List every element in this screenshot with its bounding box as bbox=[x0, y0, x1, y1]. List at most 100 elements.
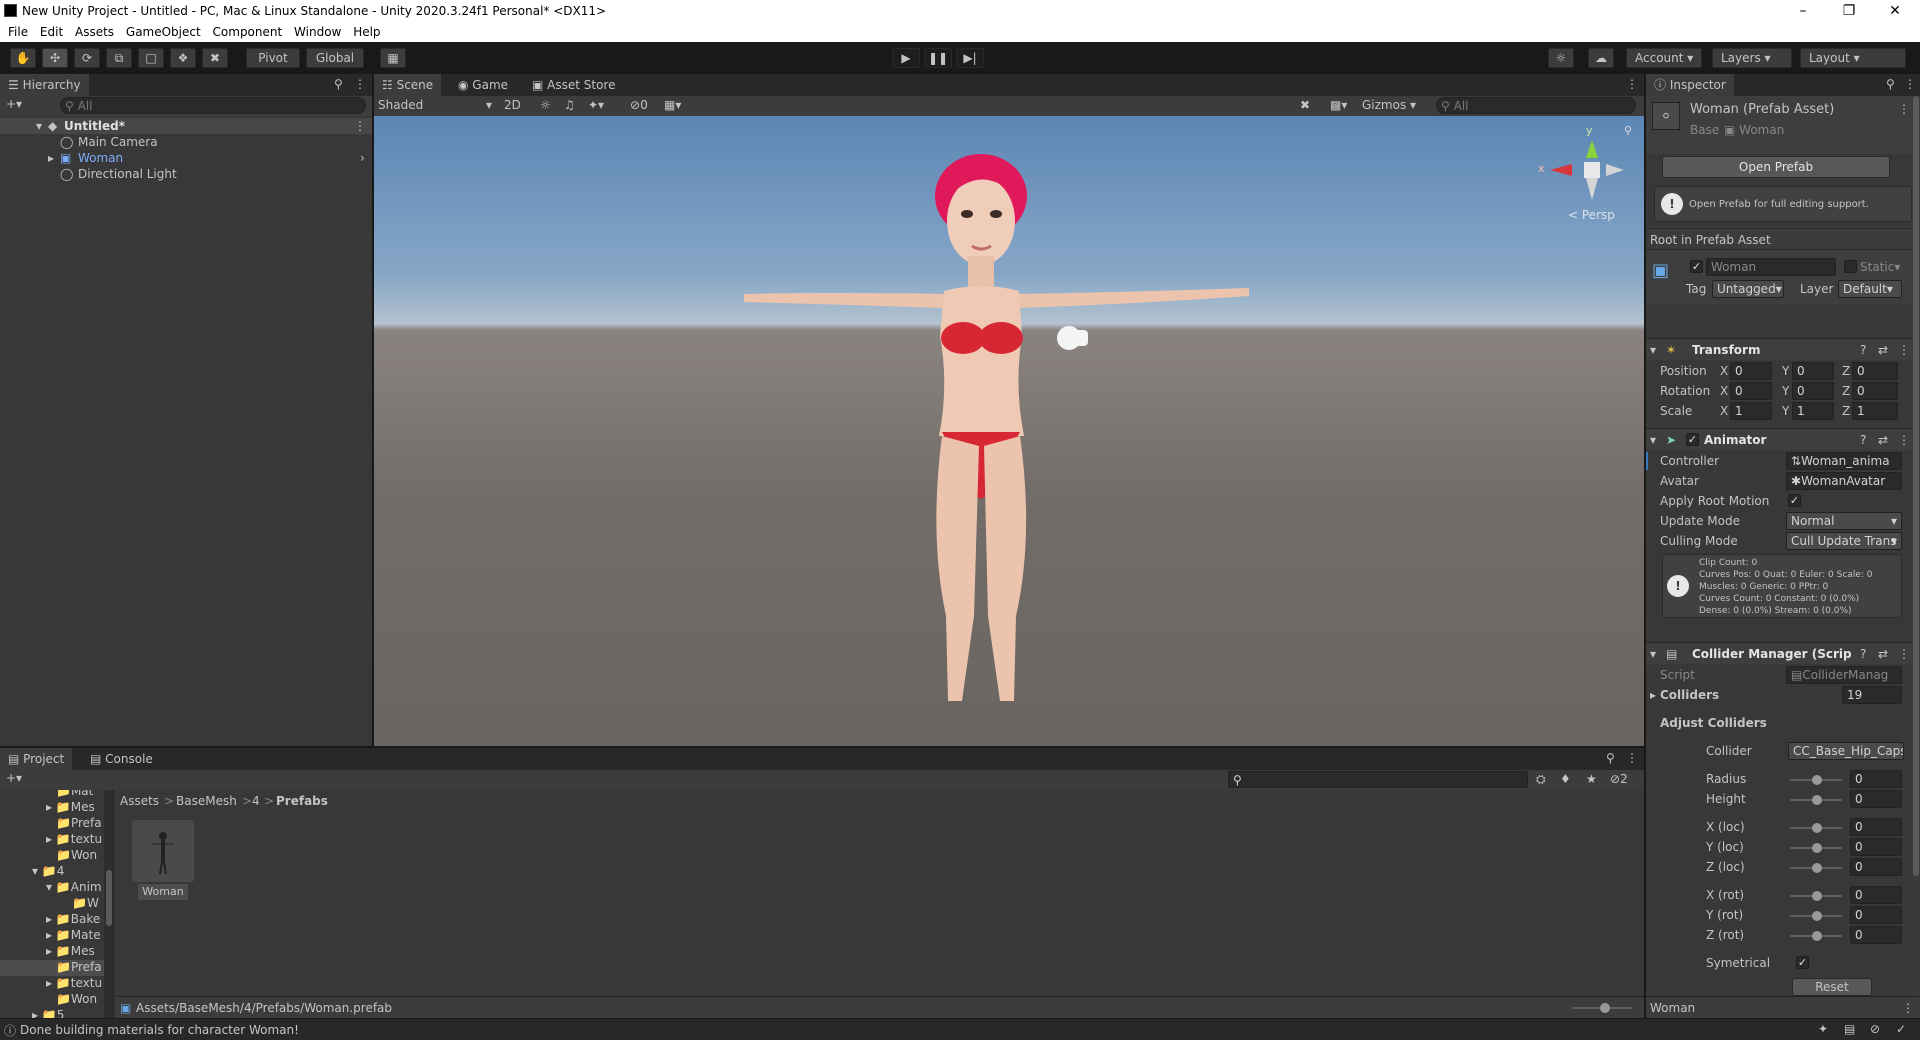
pause-button[interactable]: ❚❚ bbox=[924, 48, 952, 68]
collapse-arrow-icon[interactable]: ▾ bbox=[1650, 647, 1656, 661]
folder-item[interactable]: ▸ 📁textu bbox=[46, 832, 102, 846]
rotation-x-field[interactable]: 0 bbox=[1730, 382, 1772, 400]
collapse-arrow-icon[interactable]: ▾ bbox=[1650, 433, 1656, 447]
bug-icon[interactable]: ✦ bbox=[1818, 1022, 1828, 1036]
scale-x-field[interactable]: 1 bbox=[1730, 402, 1772, 420]
inspector-scrollbar[interactable] bbox=[1912, 96, 1920, 996]
folder-item[interactable]: ▾ 📁4 bbox=[32, 864, 64, 878]
more-icon[interactable]: ⋮ bbox=[1902, 1001, 1914, 1015]
cache-icon[interactable]: ▤ bbox=[1844, 1022, 1855, 1036]
pivot-toggle[interactable]: Pivot bbox=[246, 48, 300, 68]
animator-enabled-checkbox[interactable]: ✓ bbox=[1686, 433, 1699, 446]
folder-item[interactable]: ▸ 📁textu bbox=[46, 976, 102, 990]
update-mode-dropdown[interactable]: Normal ▾ bbox=[1786, 512, 1902, 530]
tab-scene[interactable]: ☷ Scene bbox=[374, 74, 442, 96]
x-loc-field[interactable]: 0 bbox=[1850, 818, 1902, 836]
controller-field[interactable]: ⇅Woman_anima bbox=[1786, 452, 1902, 470]
gizmos-dropdown[interactable]: Gizmos ▾ bbox=[1362, 98, 1416, 112]
filter-label-icon[interactable]: ♦ bbox=[1560, 772, 1571, 786]
hierarchy-item[interactable]: ▸ ▣ Woman › bbox=[0, 150, 372, 166]
symmetrical-checkbox[interactable]: ✓ bbox=[1796, 956, 1809, 969]
character-model[interactable] bbox=[374, 116, 1644, 746]
woman-prefab-thumbnail[interactable] bbox=[132, 820, 194, 882]
maximize-icon[interactable]: ❐ bbox=[1826, 0, 1872, 22]
hierarchy-search-input[interactable]: ⚲ All bbox=[60, 97, 366, 114]
z-loc-field[interactable]: 0 bbox=[1850, 858, 1902, 876]
hierarchy-item[interactable]: ◯ Main Camera bbox=[0, 134, 372, 150]
chevron-right-icon[interactable]: › bbox=[360, 151, 365, 165]
menu-window[interactable]: Window bbox=[286, 22, 341, 39]
folder-item[interactable]: 📁Won bbox=[56, 992, 97, 1006]
slider-knob[interactable] bbox=[1812, 911, 1822, 921]
custom-tool-icon[interactable]: ✖ bbox=[202, 48, 228, 68]
camera-icon[interactable]: ▩▾ bbox=[1330, 98, 1347, 112]
folder-item[interactable]: ▾ 📁Anim bbox=[46, 880, 102, 894]
hand-tool-icon[interactable]: ✋ bbox=[10, 48, 36, 68]
menu-help[interactable]: Help bbox=[345, 22, 380, 39]
folder-item[interactable]: ▸ 📁5 bbox=[32, 1008, 64, 1018]
global-toggle[interactable]: Global bbox=[306, 48, 364, 68]
lock-icon[interactable]: ⚲ bbox=[334, 77, 343, 91]
status-text[interactable]: Done building materials for character Wo… bbox=[20, 1023, 299, 1037]
breadcrumb-assets[interactable]: Assets bbox=[120, 794, 159, 808]
collider-dropdown[interactable]: CC_Base_Hip_Capsu bbox=[1788, 742, 1904, 760]
position-z-field[interactable]: 0 bbox=[1852, 362, 1898, 380]
scale-y-field[interactable]: 1 bbox=[1792, 402, 1834, 420]
active-checkbox[interactable]: ✓ bbox=[1690, 260, 1703, 273]
scale-z-field[interactable]: 1 bbox=[1852, 402, 1898, 420]
more-icon[interactable]: ⋮ bbox=[1898, 433, 1910, 447]
colliders-count-field[interactable]: 19 bbox=[1842, 686, 1902, 704]
y-rot-field[interactable]: 0 bbox=[1850, 906, 1902, 924]
slider-knob[interactable] bbox=[1812, 931, 1822, 941]
preset-icon[interactable]: ⇄ bbox=[1878, 343, 1888, 357]
transform-tool-icon[interactable]: ❖ bbox=[170, 48, 196, 68]
layer-dropdown[interactable]: Default▾ bbox=[1838, 280, 1902, 298]
collab-icon[interactable]: ☼ bbox=[1548, 48, 1574, 68]
play-button[interactable]: ▶ bbox=[892, 48, 920, 68]
transform-header[interactable]: ▾ ✶ Transform ? ⇄ ⋮ bbox=[1646, 338, 1920, 360]
asset-name[interactable]: Woman bbox=[138, 884, 188, 900]
slider-knob[interactable] bbox=[1812, 795, 1822, 805]
folder-item[interactable]: ▸ 📁Mate bbox=[46, 928, 101, 942]
cloud-icon[interactable]: ☁ bbox=[1588, 48, 1614, 68]
culling-mode-dropdown[interactable]: Cull Update Trans ▾ bbox=[1786, 532, 1902, 550]
static-checkbox[interactable] bbox=[1844, 260, 1857, 273]
open-prefab-button[interactable]: Open Prefab bbox=[1662, 156, 1890, 178]
zoom-slider-knob[interactable] bbox=[1600, 1003, 1610, 1013]
tools-icon[interactable]: ✖ bbox=[1300, 98, 1310, 112]
favorite-icon[interactable]: ★ bbox=[1586, 772, 1597, 786]
scene-search-input[interactable]: ⚲ All bbox=[1436, 97, 1636, 114]
slider-knob[interactable] bbox=[1812, 823, 1822, 833]
collider-manager-header[interactable]: ▾ ▤ Collider Manager (Scrip ? ⇄ ⋮ bbox=[1646, 642, 1920, 664]
slider-knob[interactable] bbox=[1812, 863, 1822, 873]
position-x-field[interactable]: 0 bbox=[1730, 362, 1772, 380]
expand-arrow-icon[interactable]: ▸ bbox=[48, 151, 54, 165]
breadcrumb-prefabs[interactable]: Prefabs bbox=[276, 794, 328, 808]
y-loc-field[interactable]: 0 bbox=[1850, 838, 1902, 856]
rect-tool-icon[interactable]: □ bbox=[138, 48, 164, 68]
help-icon[interactable]: ? bbox=[1860, 343, 1866, 357]
menu-component[interactable]: Component bbox=[205, 22, 283, 39]
folder-item[interactable]: 📁W bbox=[72, 896, 99, 910]
static-dropdown[interactable]: Static▾ bbox=[1860, 260, 1900, 274]
preset-icon[interactable]: ⇄ bbox=[1878, 433, 1888, 447]
animator-header[interactable]: ▾ ➤ ✓ Animator ? ⇄ ⋮ bbox=[1646, 428, 1920, 450]
help-icon[interactable]: ? bbox=[1860, 433, 1866, 447]
grid-snap-icon[interactable]: ▦ bbox=[380, 48, 406, 68]
close-icon[interactable]: ✕ bbox=[1872, 0, 1918, 22]
hierarchy-item[interactable]: ◯ Directional Light bbox=[0, 166, 372, 182]
expand-arrow-icon[interactable]: ▸ bbox=[1650, 688, 1656, 702]
rotation-z-field[interactable]: 0 bbox=[1852, 382, 1898, 400]
more-icon[interactable]: ⋮ bbox=[1626, 77, 1638, 91]
lock-icon[interactable]: ⚲ bbox=[1606, 751, 1615, 765]
scene-viewport[interactable]: y x ⚲ < Persp bbox=[374, 116, 1644, 746]
layers-dropdown[interactable]: Layers ▾ bbox=[1712, 48, 1792, 68]
preset-icon[interactable]: ⇄ bbox=[1878, 647, 1888, 661]
hidden-packages-icon[interactable]: ⊘2 bbox=[1610, 772, 1628, 786]
folder-item[interactable]: 📁Mat bbox=[56, 790, 93, 798]
2d-toggle[interactable]: 2D bbox=[504, 98, 521, 112]
scene-expand-icon[interactable]: ▾ bbox=[36, 119, 42, 133]
avatar-field[interactable]: ✱WomanAvatar bbox=[1786, 472, 1902, 490]
add-icon[interactable]: +▾ bbox=[6, 97, 22, 111]
folder-item[interactable]: 📁Won bbox=[56, 848, 97, 862]
